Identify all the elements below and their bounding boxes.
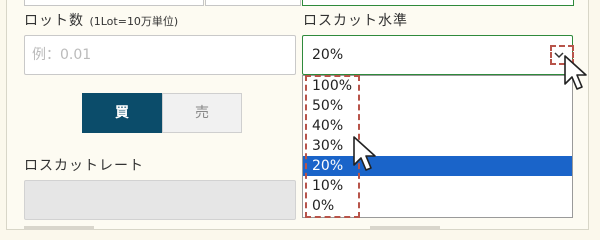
mouse-pointer-icon (564, 55, 587, 90)
losscut-level-select[interactable]: 20% (302, 35, 573, 75)
losscut-selected-value: 20% (312, 47, 344, 63)
lot-unit-note: (1Lot=10万単位) (89, 15, 179, 28)
buy-button[interactable]: 買 (82, 93, 162, 133)
previous-field-left (24, 0, 204, 6)
previous-field-middle (205, 0, 301, 6)
sell-button[interactable]: 売 (162, 93, 242, 133)
previous-field-right (302, 0, 574, 6)
losscut-level-label: ロスカット水準 (303, 13, 408, 29)
mouse-pointer-icon (353, 136, 376, 171)
lot-label: ロット数 (1Lot=10万単位) (24, 13, 179, 29)
losscut-rate-field (24, 180, 296, 220)
losscut-rate-label: ロスカットレート (24, 158, 144, 174)
lot-placeholder: 例：0.01 (32, 47, 92, 63)
cutoff-label-left (24, 226, 94, 230)
lot-input[interactable]: 例：0.01 (24, 35, 296, 75)
cutoff-label-right (370, 226, 440, 230)
